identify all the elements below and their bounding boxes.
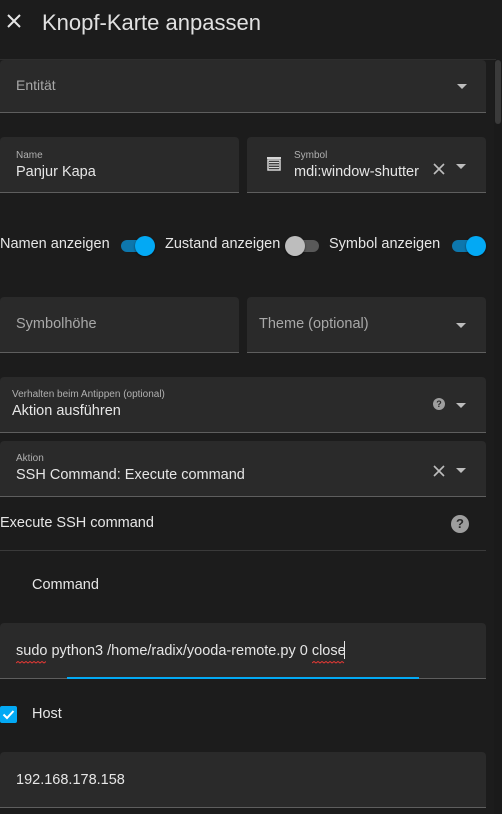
action-label: Aktion — [16, 453, 44, 464]
ssh-section-title: Execute SSH command — [0, 515, 154, 531]
tap-action-label: Verhalten beim Antippen (optional) — [12, 389, 165, 400]
toggle-label-show-icon: Symbol anzeigen — [329, 236, 441, 252]
page: { "header": { "title": "Knopf-Karte anpa… — [0, 0, 502, 814]
chevron-down-icon[interactable] — [456, 323, 466, 328]
clear-icon[interactable] — [433, 464, 447, 478]
help-icon[interactable]: ? — [451, 515, 469, 533]
dialog-header: Knopf-Karte anpassen — [0, 0, 502, 46]
symbol-value[interactable]: mdi:window-shutter — [294, 164, 419, 180]
focus-underline — [67, 677, 419, 679]
clear-icon[interactable] — [433, 162, 447, 176]
command-input[interactable]: sudo python3 /home/radix/yooda-remote.py… — [0, 623, 486, 679]
chevron-down-icon[interactable] — [456, 468, 466, 473]
command-value[interactable]: sudo python3 /home/radix/yooda-remote.py… — [16, 643, 346, 659]
symbol-field[interactable]: Symbol mdi:window-shutter — [247, 137, 486, 193]
host-label: Host — [32, 706, 62, 722]
toggle-show-icon[interactable] — [450, 236, 486, 256]
host-value[interactable]: 192.168.178.158 — [16, 772, 125, 788]
section-divider — [0, 550, 486, 551]
symbol-label: Symbol — [294, 150, 328, 161]
dialog-title: Knopf-Karte anpassen — [42, 10, 261, 35]
help-icon[interactable]: ? — [433, 398, 445, 410]
tap-action-select[interactable]: Verhalten beim Antippen (optional) Aktio… — [0, 377, 486, 433]
close-icon[interactable] — [5, 12, 23, 30]
theme-select[interactable]: Theme (optional) — [247, 297, 486, 353]
spellcheck-underline — [312, 661, 345, 664]
spellcheck-underline — [16, 661, 46, 664]
action-value: SSH Command: Execute command — [16, 467, 245, 483]
window-shutter-icon — [266, 156, 282, 172]
entity-label: Entität — [16, 77, 56, 93]
scrollbar-thumb[interactable] — [495, 60, 501, 124]
icon-height-placeholder: Symbolhöhe — [16, 316, 97, 332]
name-field[interactable]: Name Panjur Kapa — [0, 137, 239, 193]
chevron-down-icon[interactable] — [456, 403, 466, 408]
name-value[interactable]: Panjur Kapa — [16, 164, 96, 180]
action-select[interactable]: Aktion SSH Command: Execute command — [0, 441, 486, 497]
toggle-show-state[interactable] — [285, 236, 321, 256]
icon-height-field[interactable]: Symbolhöhe — [0, 297, 239, 353]
chevron-down-icon[interactable] — [457, 84, 467, 89]
command-label: Command — [32, 577, 99, 593]
scrollbar-track[interactable] — [494, 60, 502, 814]
toggle-label-show-state: Zustand anzeigen — [165, 236, 281, 252]
entity-select[interactable]: Entität — [0, 60, 486, 113]
host-checkbox[interactable] — [0, 706, 17, 723]
toggle-show-name[interactable] — [119, 236, 155, 256]
display-toggles: Namen anzeigen Zustand anzeigen Symbol a… — [0, 230, 494, 260]
toggle-label-show-name: Namen anzeigen — [0, 236, 110, 252]
tap-action-value: Aktion ausführen — [12, 403, 121, 419]
name-label: Name — [16, 150, 43, 161]
text-cursor — [344, 641, 345, 659]
host-input[interactable]: 192.168.178.158 — [0, 752, 486, 808]
theme-placeholder: Theme (optional) — [259, 316, 369, 332]
chevron-down-icon[interactable] — [456, 164, 466, 169]
